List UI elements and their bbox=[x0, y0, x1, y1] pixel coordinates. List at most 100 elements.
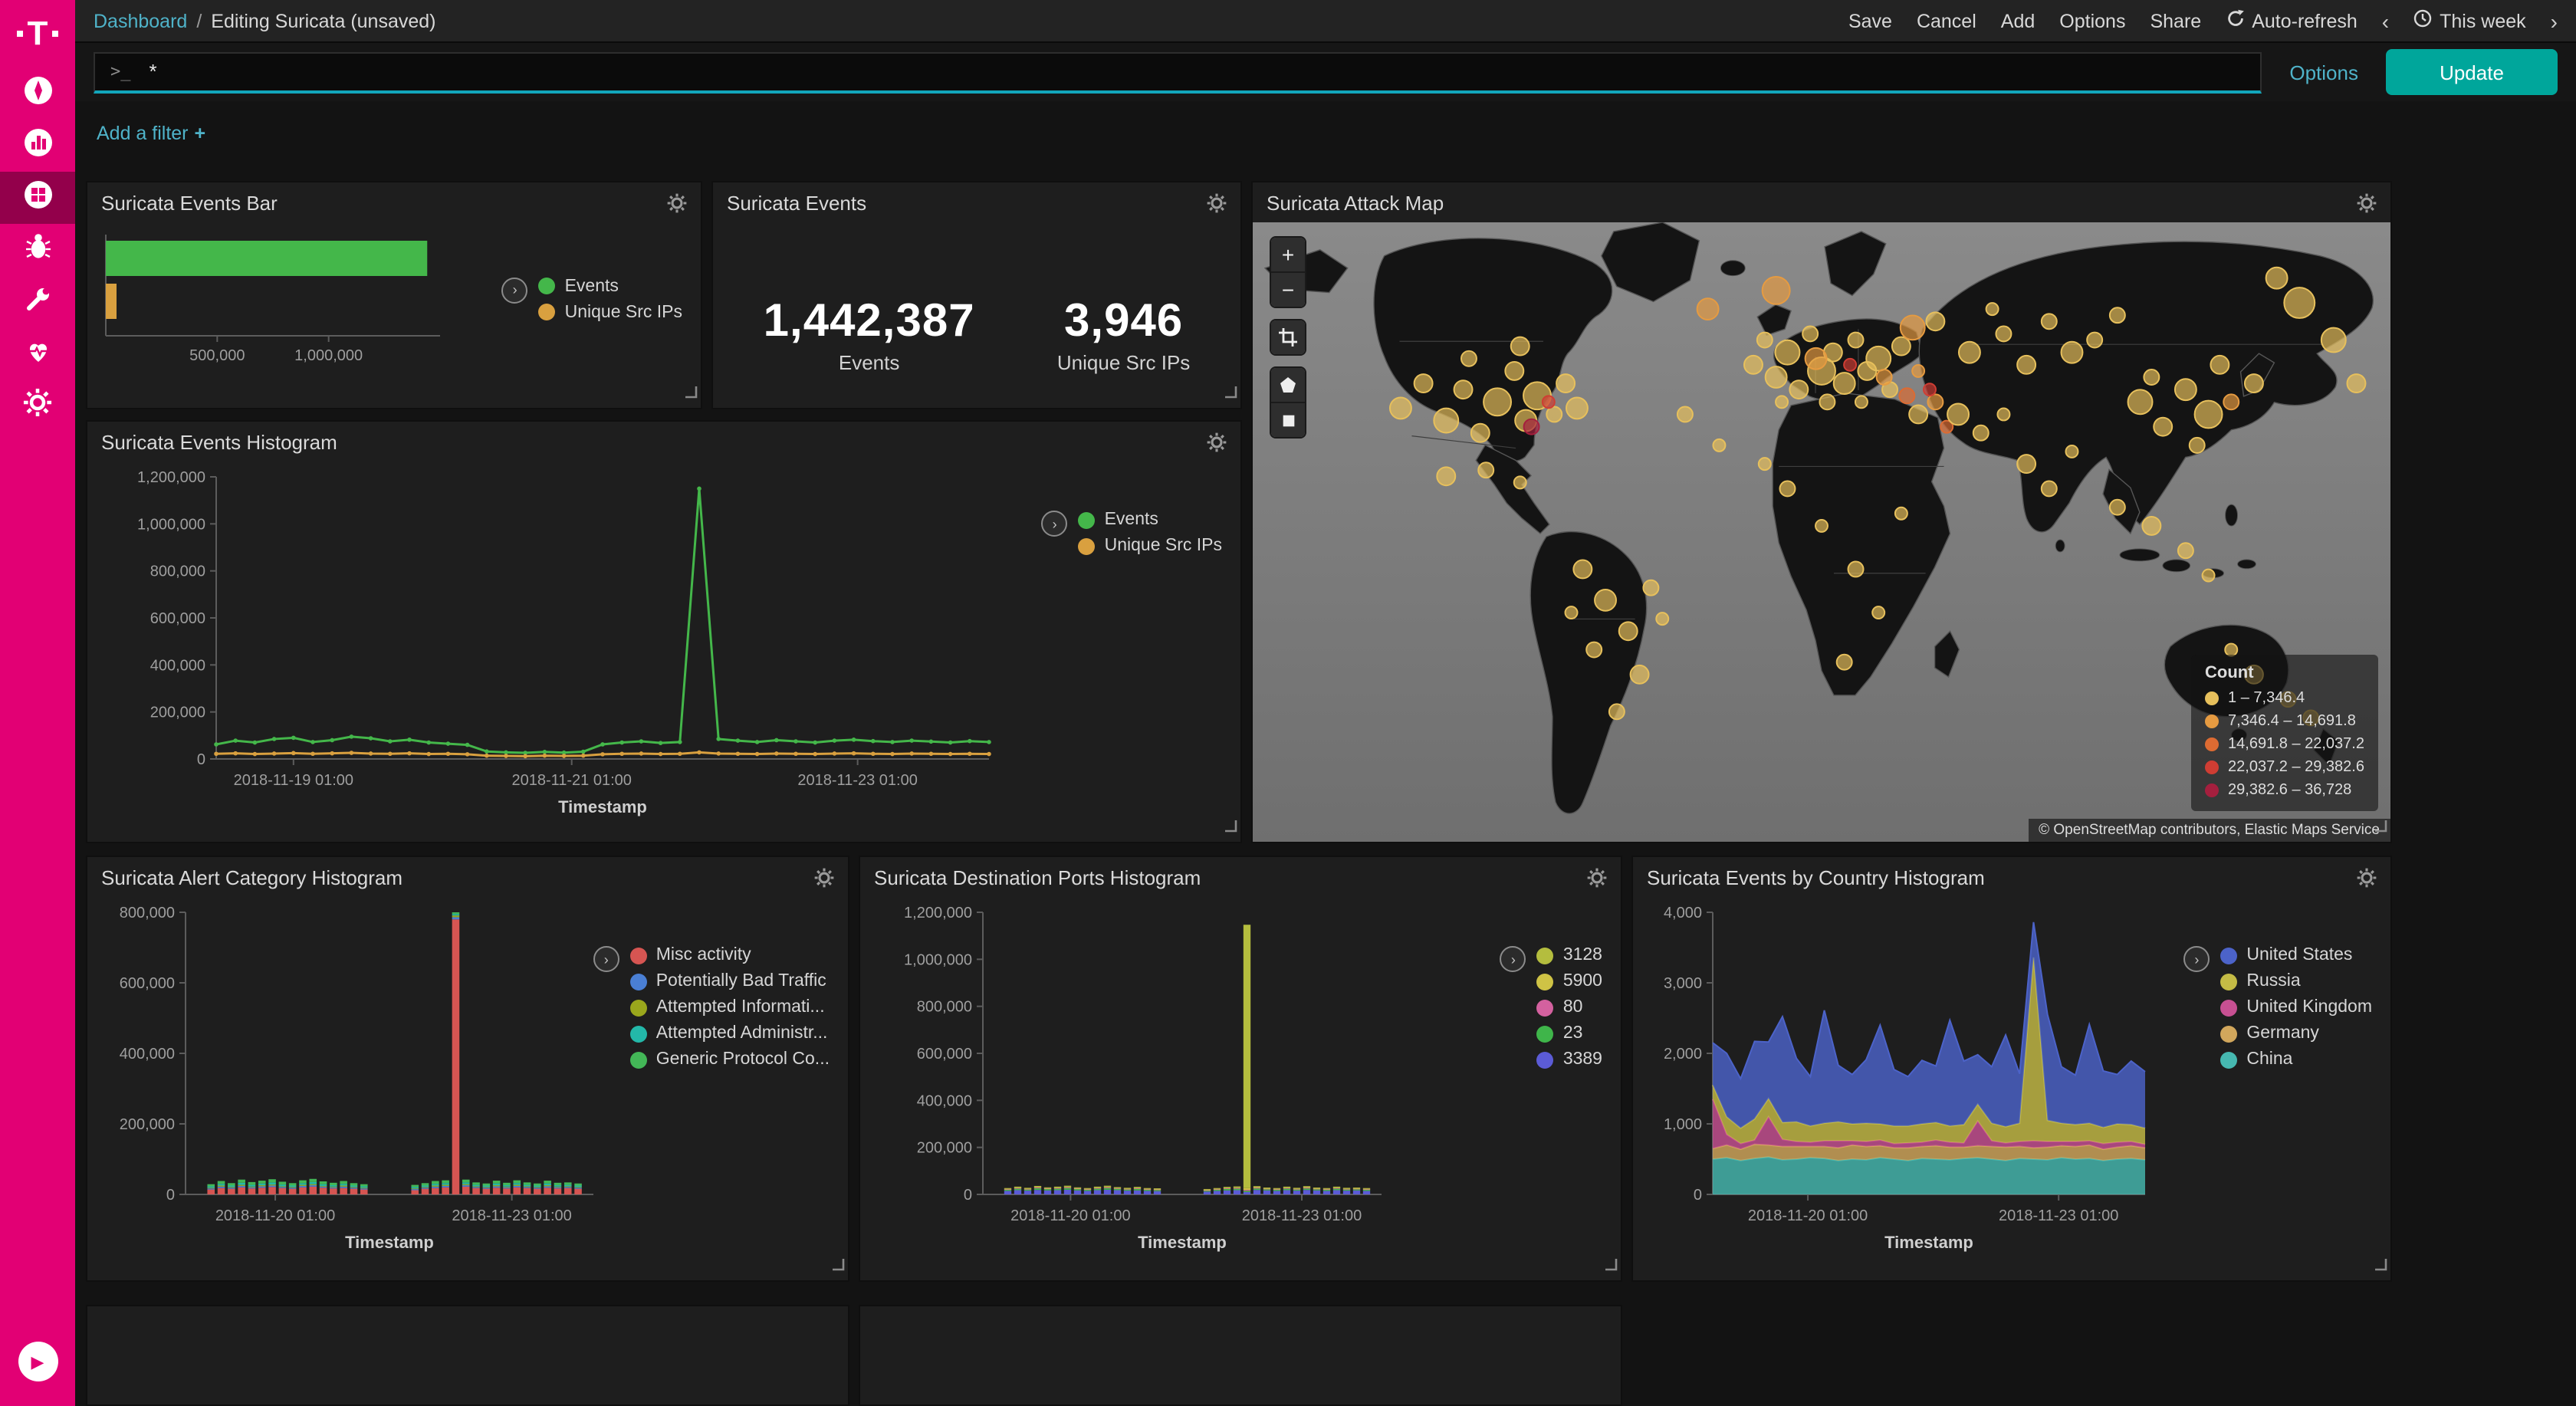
attack-bubble[interactable] bbox=[1924, 383, 1936, 396]
attack-bubble[interactable] bbox=[1556, 374, 1575, 393]
attack-bubble[interactable] bbox=[1437, 467, 1455, 485]
legend-item[interactable]: 23 bbox=[1537, 1024, 1602, 1043]
attack-bubble[interactable] bbox=[1677, 407, 1693, 422]
attack-bubble[interactable] bbox=[1471, 424, 1490, 442]
attack-bubble[interactable] bbox=[2144, 370, 2159, 385]
attack-bubble[interactable] bbox=[1909, 406, 1927, 424]
attack-bubble[interactable] bbox=[1586, 642, 1602, 658]
legend-collapse-icon[interactable]: › bbox=[2183, 946, 2210, 972]
sidebar-item-management[interactable] bbox=[0, 380, 75, 432]
attack-bubble[interactable] bbox=[1744, 356, 1763, 374]
attack-bubble[interactable] bbox=[1892, 337, 1911, 356]
attack-bubble[interactable] bbox=[1484, 388, 1511, 416]
attack-bubble[interactable] bbox=[1806, 348, 1827, 370]
attack-bubble[interactable] bbox=[1505, 362, 1523, 380]
attack-bubble[interactable] bbox=[1927, 394, 1943, 409]
legend-item[interactable]: United States bbox=[2220, 946, 2372, 964]
legend-collapse-icon[interactable]: › bbox=[502, 277, 528, 303]
attack-bubble[interactable] bbox=[1656, 613, 1668, 625]
attack-bubble[interactable] bbox=[1595, 590, 1616, 611]
attack-bubble[interactable] bbox=[2128, 389, 2153, 414]
legend-item[interactable]: 80 bbox=[1537, 998, 1602, 1017]
attack-bubble[interactable] bbox=[2142, 517, 2160, 535]
attack-bubble[interactable] bbox=[1643, 580, 1658, 596]
attack-bubble[interactable] bbox=[1996, 326, 2011, 341]
attack-bubble[interactable] bbox=[1802, 326, 1818, 341]
panel-gear-icon[interactable] bbox=[1207, 432, 1227, 452]
attack-bubble[interactable] bbox=[1573, 560, 1592, 579]
panel-resize-handle[interactable] bbox=[831, 1251, 845, 1279]
play-button[interactable]: ▶ bbox=[18, 1342, 58, 1381]
legend-item[interactable]: Misc activity bbox=[630, 946, 830, 964]
panel-gear-icon[interactable] bbox=[1587, 867, 1607, 887]
attack-bubble[interactable] bbox=[2110, 500, 2125, 515]
legend-item[interactable]: Potentially Bad Traffic bbox=[630, 972, 830, 990]
attack-bubble[interactable] bbox=[1776, 396, 1788, 408]
legend-collapse-icon[interactable]: › bbox=[593, 946, 619, 972]
alert-category-chart[interactable]: 0200,000400,000600,000800,0002018-11-20 … bbox=[97, 897, 593, 1265]
panel-gear-icon[interactable] bbox=[2357, 867, 2377, 887]
attack-bubble[interactable] bbox=[1697, 298, 1719, 320]
attack-bubble[interactable] bbox=[2087, 333, 2102, 348]
attack-bubble[interactable] bbox=[1997, 409, 2009, 421]
attack-bubble[interactable] bbox=[1844, 359, 1856, 371]
attack-bubble[interactable] bbox=[2017, 356, 2036, 374]
attack-bubble[interactable] bbox=[1837, 655, 1852, 670]
legend-collapse-icon[interactable]: › bbox=[1500, 946, 1526, 972]
attack-bubble[interactable] bbox=[2321, 328, 2346, 353]
attack-bubble[interactable] bbox=[1543, 396, 1555, 408]
polygon-tool-button[interactable] bbox=[1271, 368, 1305, 403]
attack-bubble[interactable] bbox=[1848, 562, 1864, 577]
attack-bubble[interactable] bbox=[2245, 374, 2263, 393]
legend-item[interactable]: Unique Src IPs bbox=[539, 303, 682, 321]
attack-bubble[interactable] bbox=[1819, 394, 1835, 409]
attack-bubble[interactable] bbox=[1546, 407, 1562, 422]
attack-bubble[interactable] bbox=[2348, 374, 2366, 393]
attack-bubble[interactable] bbox=[1619, 622, 1638, 640]
sidebar-item-siem[interactable] bbox=[0, 224, 75, 276]
attack-bubble[interactable] bbox=[1524, 419, 1539, 435]
zoom-out-button[interactable]: − bbox=[1271, 273, 1305, 307]
events-bar-chart[interactable]: 500,0001,000,000 bbox=[97, 222, 465, 376]
crop-tool-button[interactable] bbox=[1271, 320, 1305, 354]
attack-bubble[interactable] bbox=[1789, 380, 1808, 399]
attack-bubble[interactable] bbox=[1780, 481, 1796, 496]
country-chart[interactable]: 01,0002,0003,0004,0002018-11-20 01:00201… bbox=[1642, 897, 2160, 1265]
attack-bubble[interactable] bbox=[1947, 404, 1969, 425]
attack-bubble[interactable] bbox=[1834, 373, 1855, 394]
legend-item[interactable]: Russia bbox=[2220, 972, 2372, 990]
attack-bubble[interactable] bbox=[2178, 543, 2193, 558]
legend-item[interactable]: Germany bbox=[2220, 1024, 2372, 1043]
attack-bubble[interactable] bbox=[2062, 342, 2083, 363]
sidebar-item-monitoring[interactable] bbox=[0, 328, 75, 380]
attack-bubble[interactable] bbox=[1766, 366, 1787, 388]
attack-bubble[interactable] bbox=[2154, 418, 2172, 436]
legend-item[interactable]: 3389 bbox=[1537, 1050, 1602, 1069]
attack-bubble[interactable] bbox=[1566, 606, 1578, 619]
attack-bubble[interactable] bbox=[1959, 342, 1980, 363]
attack-bubble[interactable] bbox=[1461, 351, 1477, 366]
attack-bubble[interactable] bbox=[1713, 439, 1725, 452]
legend-collapse-icon[interactable]: › bbox=[1042, 511, 1068, 537]
panel-resize-handle[interactable] bbox=[2374, 1251, 2387, 1279]
attack-bubble[interactable] bbox=[1511, 337, 1530, 356]
legend-item[interactable]: United Kingdom bbox=[2220, 998, 2372, 1017]
panel-gear-icon[interactable] bbox=[814, 867, 834, 887]
attack-bubble[interactable] bbox=[1763, 277, 1790, 304]
attack-bubble[interactable] bbox=[2110, 307, 2125, 323]
legend-item[interactable]: Attempted Administr... bbox=[630, 1024, 830, 1043]
attack-bubble[interactable] bbox=[1855, 396, 1868, 408]
attack-bubble[interactable] bbox=[2210, 356, 2229, 374]
attack-bubble[interactable] bbox=[2195, 401, 2223, 429]
legend-item[interactable]: 3128 bbox=[1537, 946, 1602, 964]
legend-item[interactable]: Unique Src IPs bbox=[1079, 537, 1222, 555]
attack-bubble[interactable] bbox=[1877, 370, 1892, 385]
attack-bubble[interactable] bbox=[1478, 462, 1493, 478]
panel-gear-icon[interactable] bbox=[1207, 192, 1227, 212]
attack-bubble[interactable] bbox=[1912, 365, 1924, 377]
panel-resize-handle[interactable] bbox=[1604, 1251, 1618, 1279]
attack-bubble[interactable] bbox=[1776, 340, 1800, 365]
attack-bubble[interactable] bbox=[1986, 303, 1999, 315]
attack-bubble[interactable] bbox=[1566, 397, 1588, 419]
attack-bubble[interactable] bbox=[1434, 409, 1458, 433]
